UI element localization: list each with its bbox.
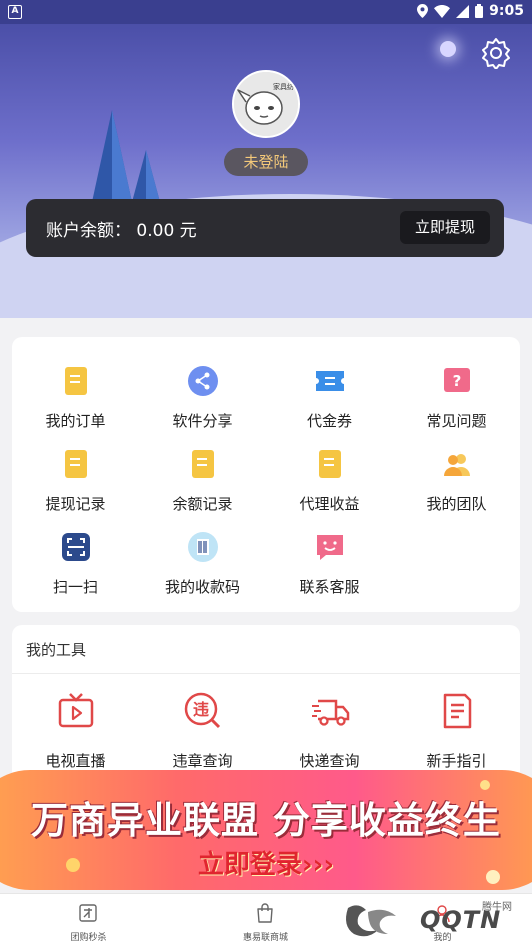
group-buy-icon [79, 904, 97, 922]
tools-title: 我的工具 [26, 641, 87, 659]
menu-item-share-app[interactable]: 软件分享 [139, 348, 266, 430]
menu-item-balance-record[interactable]: 余额记录 [139, 431, 266, 513]
tool-item-delivery-query[interactable]: 快递查询 [266, 685, 393, 775]
balance-card: 账户余额： 0.00 元 立即提现 [26, 199, 504, 257]
settings-gear-icon[interactable] [480, 37, 512, 69]
violation-icon: 违 [184, 692, 221, 729]
question-icon: ? [444, 368, 470, 392]
balance-value: 0.00 元 [136, 221, 197, 241]
menu-label: 我的收款码 [164, 578, 240, 596]
banner-dot-decoration [480, 780, 490, 790]
tools-divider [12, 673, 520, 674]
menu-label: 代理收益 [299, 495, 360, 513]
withdraw-button[interactable]: 立即提现 [400, 211, 490, 244]
banner-login-link[interactable]: 立即登录››› [0, 844, 532, 881]
menu-label: 常见问题 [426, 412, 487, 430]
delivery-icon [312, 699, 350, 726]
menu-label: 提现记录 [45, 495, 106, 513]
menu-label: 软件分享 [172, 412, 233, 430]
notification-app-icon: A [8, 5, 22, 19]
watermark: 腾牛网 QQTN [330, 896, 530, 942]
customer-service-icon [317, 535, 343, 560]
wifi-icon [434, 4, 451, 18]
menu-item-withdraw-record[interactable]: 提现记录 [12, 431, 139, 513]
menu-label: 余额记录 [172, 495, 233, 513]
tab-group-buy[interactable]: 团购秒杀 [0, 894, 177, 946]
pine-tree-decoration [92, 110, 160, 202]
promo-banner[interactable]: 万商异业联盟 分享收益终生 立即登录››› [0, 766, 532, 896]
avatar[interactable]: 家具纺 [232, 70, 300, 138]
svg-text:违: 违 [193, 700, 209, 719]
menu-item-faq[interactable]: ? 常见问题 [393, 348, 520, 430]
shopping-bag-icon [257, 903, 273, 923]
battery-icon [475, 4, 484, 18]
balance-text: 账户余额： 0.00 元 [46, 216, 197, 241]
watermark-logo-icon [346, 905, 396, 937]
order-icon [65, 367, 87, 395]
tab-label: 惠易联商城 [242, 933, 288, 943]
menu-item-my-orders[interactable]: 我的订单 [12, 348, 139, 430]
scan-icon [62, 533, 90, 561]
payment-code-icon [188, 532, 218, 562]
balance-record-icon [192, 450, 214, 478]
menu-label: 代金券 [306, 412, 352, 430]
voucher-icon [316, 371, 344, 391]
location-icon [417, 4, 429, 18]
signal-icon [456, 4, 470, 18]
menu-label: 扫一扫 [52, 578, 98, 596]
tab-mall[interactable]: 惠易联商城 [177, 894, 354, 946]
status-bar: A 9:05 [0, 0, 532, 24]
menu-item-payment-code[interactable]: 我的收款码 [139, 514, 266, 596]
menu-item-agent-income[interactable]: 代理收益 [266, 431, 393, 513]
login-button[interactable]: 未登陆 [224, 148, 308, 176]
avatar-tag: 家具纺 [273, 83, 294, 91]
tool-item-violation-query[interactable]: 违 违章查询 [139, 685, 266, 775]
share-icon [188, 366, 218, 396]
profile-header: 家具纺 未登陆 账户余额： 0.00 元 立即提现 [0, 24, 532, 318]
menu-item-voucher[interactable]: 代金券 [266, 348, 393, 430]
agent-income-icon [319, 450, 341, 478]
menu-item-my-team[interactable]: 我的团队 [393, 431, 520, 513]
tv-icon [58, 693, 94, 728]
balance-label: 账户余额： [46, 221, 131, 241]
watermark-text: QQTN [420, 906, 502, 934]
svg-text:?: ? [453, 372, 462, 390]
menu-label: 我的团队 [426, 495, 487, 513]
team-icon [444, 454, 470, 476]
menu-label: 我的订单 [45, 412, 106, 430]
moon-decoration [440, 41, 456, 57]
menu-item-customer-service[interactable]: 联系客服 [266, 514, 393, 596]
withdraw-record-icon [65, 450, 87, 478]
tool-item-beginner-guide[interactable]: 新手指引 [393, 685, 520, 775]
banner-title: 万商异业联盟 分享收益终生 [31, 798, 501, 842]
tool-item-tv-live[interactable]: 电视直播 [12, 685, 139, 775]
guide-icon [443, 693, 472, 729]
tab-label: 团购秒杀 [70, 933, 107, 943]
menu-item-scan[interactable]: 扫一扫 [12, 514, 139, 596]
status-time: 9:05 [489, 3, 524, 19]
menu-label: 联系客服 [299, 578, 360, 596]
menu-grid: 我的订单 软件分享 代金券 ? 常见问题 提现记录 余额记录 代理收益 我的团队… [12, 337, 520, 612]
